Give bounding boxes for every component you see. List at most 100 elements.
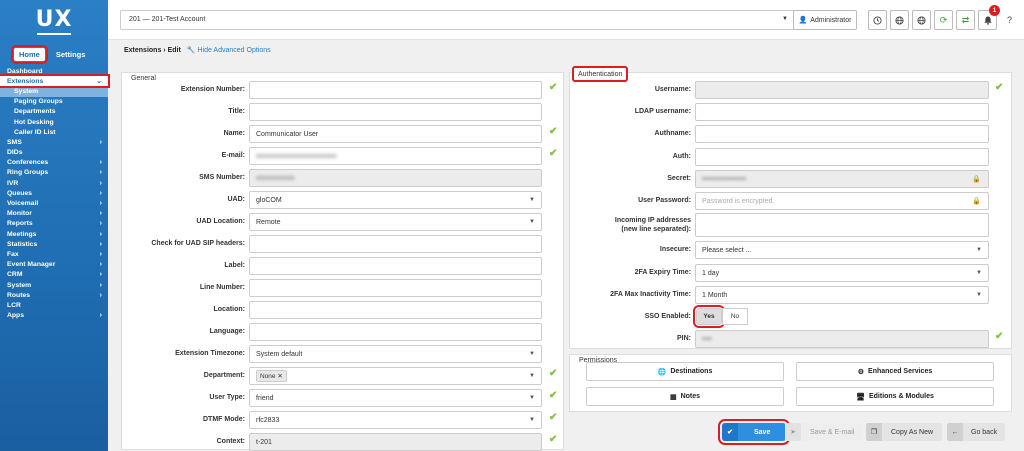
sidebar-item-fax[interactable]: Fax › bbox=[0, 249, 108, 259]
tab-home[interactable]: Home bbox=[11, 44, 48, 64]
bell-icon[interactable]: 1 bbox=[978, 5, 1000, 30]
username-field[interactable] bbox=[695, 81, 989, 99]
extension-timezone-select[interactable]: System default ▼ bbox=[249, 345, 542, 363]
sms-number-field[interactable]: xxxxxxxxxxx bbox=[249, 169, 542, 187]
account-select[interactable]: 201 — 201-Test Account ▼ bbox=[120, 10, 795, 30]
secret-field[interactable]: •••••••••••••••••• 🔒 bbox=[695, 170, 989, 188]
breadcrumb: Extensions › Edit 🔧 Hide Advanced Option… bbox=[108, 40, 1024, 60]
department-select[interactable]: None ✕ ▼ bbox=[249, 367, 542, 385]
sidebar-item-reports[interactable]: Reports › bbox=[0, 219, 108, 229]
admin-menu-button[interactable]: 👤 Administrator bbox=[793, 10, 857, 30]
context-field[interactable]: t-201 bbox=[249, 433, 542, 451]
sidebar-item-label: Statistics bbox=[7, 240, 38, 248]
sidebar-item-hot-desking[interactable]: Hot Desking bbox=[0, 117, 108, 127]
sidebar-item-monitor[interactable]: Monitor › bbox=[0, 209, 108, 219]
auth-panel: Username: ✔ LDAP username: Authname: Aut… bbox=[569, 72, 1012, 349]
sidebar-item-dashboard[interactable]: Dashboard bbox=[0, 66, 108, 76]
editions-modules-button[interactable]: 🖥 Editions & Modules bbox=[796, 387, 994, 406]
sidebar-item-label: Conferences bbox=[7, 159, 49, 167]
department-chip[interactable]: None ✕ bbox=[256, 370, 287, 382]
chevron-icon: › bbox=[99, 271, 102, 279]
notes-label: Notes bbox=[680, 393, 701, 400]
sidebar-item-statistics[interactable]: Statistics › bbox=[0, 239, 108, 249]
copy-as-new-button[interactable]: ❐ Copy As New bbox=[866, 423, 943, 441]
sidebar-item-ring-groups[interactable]: Ring Groups › bbox=[0, 168, 108, 178]
refresh-icon[interactable]: ⟳ bbox=[934, 10, 953, 30]
check-icon: ✔ bbox=[549, 148, 558, 159]
sidebar-item-ivr[interactable]: IVR › bbox=[0, 178, 108, 188]
location-field[interactable] bbox=[249, 301, 542, 319]
chevron-down-icon: ▼ bbox=[529, 417, 535, 423]
sidebar-item-label: Monitor bbox=[7, 210, 32, 218]
sidebar-item-routes[interactable]: Routes › bbox=[0, 290, 108, 300]
sidebar-item-label: Hot Desking bbox=[14, 118, 54, 126]
twofa-inactivity-select[interactable]: 1 Month ▼ bbox=[695, 286, 989, 304]
sync-icon[interactable]: ⇄ bbox=[956, 10, 975, 30]
auth-field[interactable] bbox=[695, 148, 989, 166]
clock-icon[interactable] bbox=[868, 10, 887, 30]
dtmf-mode-select[interactable]: rfc2833 ▼ bbox=[249, 411, 542, 429]
sidebar-item-label: Fax bbox=[7, 250, 19, 258]
title-field[interactable] bbox=[249, 103, 542, 121]
chevron-down-icon: ▼ bbox=[529, 373, 535, 379]
sidebar-item-queues[interactable]: Queues › bbox=[0, 188, 108, 198]
save-button[interactable]: ✔ Save bbox=[717, 419, 791, 445]
sidebar-item-paging-groups[interactable]: Paging Groups bbox=[0, 97, 108, 107]
twofa-expiry-select[interactable]: 1 day ▼ bbox=[695, 264, 989, 282]
save-and-email-button[interactable]: ➤ Save & E-mail bbox=[785, 423, 864, 441]
destinations-button[interactable]: 🌐 Destinations bbox=[586, 362, 784, 381]
sidebar-item-apps[interactable]: Apps › bbox=[0, 311, 108, 321]
chevron-down-icon: ▼ bbox=[529, 351, 535, 357]
incoming-ip-label-line1: Incoming IP addresses bbox=[614, 217, 691, 224]
sidebar-item-crm[interactable]: CRM › bbox=[0, 270, 108, 280]
sidebar-item-caller-id-list[interactable]: Caller ID List bbox=[0, 127, 108, 137]
sidebar-item-label: System bbox=[14, 87, 39, 95]
help-icon[interactable]: ? bbox=[1000, 10, 1019, 30]
check-for-uad-sip-headers-field[interactable] bbox=[249, 235, 542, 253]
sidebar-item-voicemail[interactable]: Voicemail › bbox=[0, 198, 108, 208]
sidebar-item-system[interactable]: System bbox=[0, 86, 108, 97]
sidebar-item-label: Ring Groups bbox=[7, 169, 49, 177]
sidebar-item-lcr[interactable]: LCR bbox=[0, 300, 108, 310]
incoming-ip-textarea[interactable] bbox=[695, 213, 989, 237]
sidebar-item-sms[interactable]: SMS › bbox=[0, 137, 108, 147]
sidebar-item-event-manager[interactable]: Event Manager › bbox=[0, 260, 108, 270]
sidebar-item-system[interactable]: System › bbox=[0, 280, 108, 290]
logo[interactable]: UX bbox=[0, 0, 108, 44]
label-field[interactable] bbox=[249, 257, 542, 275]
authname-field[interactable] bbox=[695, 125, 989, 143]
globe-icon[interactable] bbox=[890, 10, 909, 30]
sidebar-item-dids[interactable]: DIDs bbox=[0, 148, 108, 158]
chevron-icon: › bbox=[99, 250, 102, 258]
e-mail-value: xxxxxxxxxxxxxxxxxxxxxxx bbox=[256, 152, 337, 160]
sso-no-button[interactable]: No bbox=[722, 308, 748, 325]
uad-location-select[interactable]: Remote ▼ bbox=[249, 213, 542, 231]
extension-number-field[interactable] bbox=[249, 81, 542, 99]
name-field[interactable]: Communicator User bbox=[249, 125, 542, 143]
sidebar-item-extensions[interactable]: Extensions ⌄ bbox=[0, 74, 110, 89]
send-icon: ➤ bbox=[785, 423, 801, 441]
go-back-button[interactable]: ← Go back bbox=[947, 423, 1006, 441]
e-mail-field[interactable]: xxxxxxxxxxxxxxxxxxxxxxx bbox=[249, 147, 542, 165]
monitor-icon: 🖥 bbox=[856, 393, 865, 401]
check-icon: ✔ bbox=[549, 434, 558, 445]
line-number-field[interactable] bbox=[249, 279, 542, 297]
pin-field[interactable]: •••• bbox=[695, 330, 989, 348]
sso-yes-button[interactable]: Yes bbox=[693, 305, 725, 328]
uad-select[interactable]: gloCOM ▼ bbox=[249, 191, 542, 209]
language-field[interactable] bbox=[249, 323, 542, 341]
insecure-select[interactable]: Please select ... ▼ bbox=[695, 241, 989, 259]
tab-settings[interactable]: Settings bbox=[51, 48, 91, 61]
notes-button[interactable]: ▦ Notes bbox=[586, 387, 784, 406]
ldap-username-field[interactable] bbox=[695, 103, 989, 121]
sidebar-item-conferences[interactable]: Conferences › bbox=[0, 158, 108, 168]
sidebar-item-meetings[interactable]: Meetings › bbox=[0, 229, 108, 239]
breadcrumb-path[interactable]: Extensions › Edit bbox=[124, 47, 181, 54]
user-password-field[interactable]: Password is encrypted. 🔒 bbox=[695, 192, 989, 210]
insecure-label: Insecure: bbox=[659, 246, 691, 253]
enhanced-services-button[interactable]: ⚙ Enhanced Services bbox=[796, 362, 994, 381]
sidebar-item-departments[interactable]: Departments bbox=[0, 107, 108, 117]
hide-advanced-options-link[interactable]: 🔧 Hide Advanced Options bbox=[187, 46, 271, 54]
user-type-select[interactable]: friend ▼ bbox=[249, 389, 542, 407]
globe-icon[interactable] bbox=[912, 10, 931, 30]
